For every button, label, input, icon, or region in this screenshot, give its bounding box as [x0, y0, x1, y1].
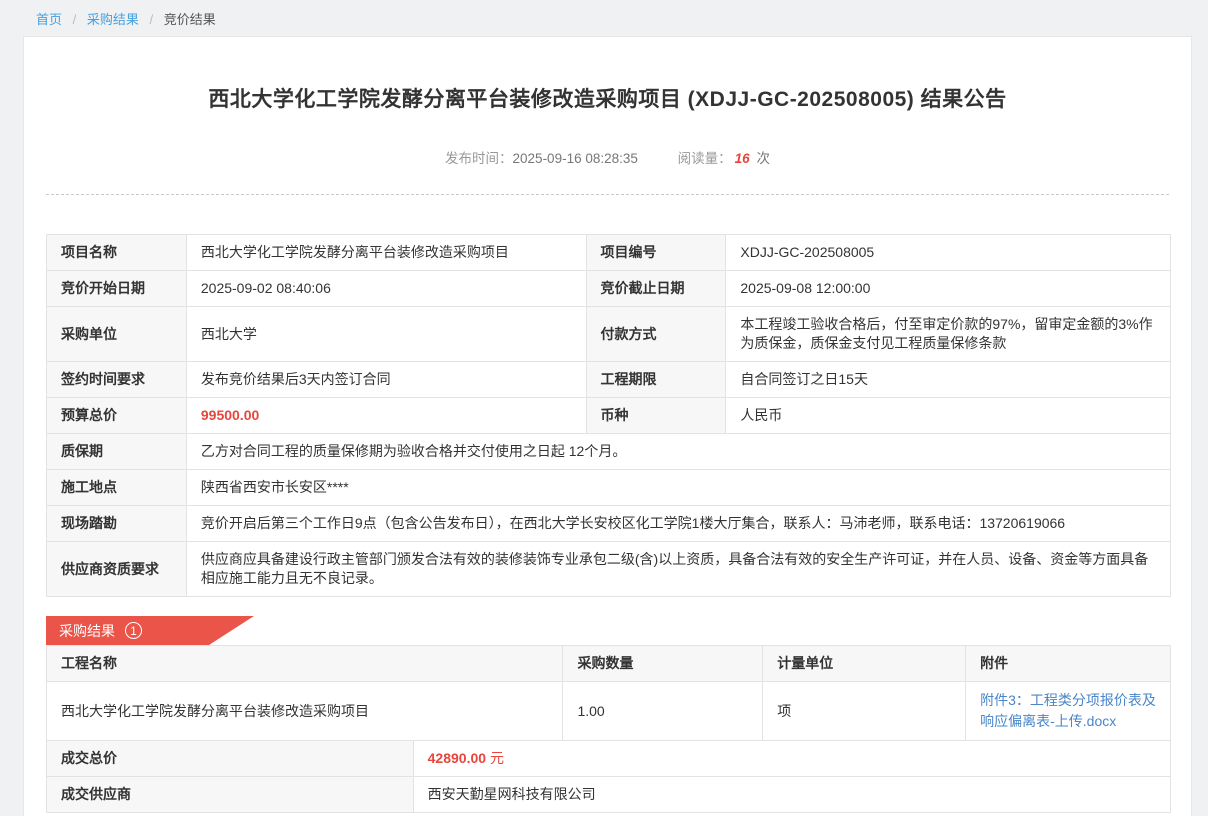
procurement-result-badge: 采购结果 1	[46, 616, 254, 645]
deal-total-amount: 42890.00	[428, 750, 486, 766]
attachment-link[interactable]: 附件3：工程类分项报价表及响应偏离表-上传.docx	[980, 690, 1156, 732]
detail-label: 竞价截止日期	[586, 271, 726, 307]
deal-total-label: 成交总价	[47, 741, 414, 777]
detail-value: 西北大学	[186, 307, 586, 362]
detail-label: 项目名称	[47, 235, 187, 271]
result-header-row: 工程名称 采购数量 计量单位 附件	[47, 646, 1171, 682]
result-unit: 项	[763, 682, 966, 741]
detail-label: 竞价开始日期	[47, 271, 187, 307]
detail-value: 供应商应具备建设行政主管部门颁发合法有效的装修装饰专业承包二级(含)以上资质，具…	[186, 542, 1170, 597]
procurement-result-badge-label: 采购结果	[59, 621, 115, 641]
detail-label: 供应商资质要求	[47, 542, 187, 597]
deal-supplier-label: 成交供应商	[47, 777, 414, 813]
detail-value: XDJJ-GC-202508005	[726, 235, 1171, 271]
detail-label: 采购单位	[47, 307, 187, 362]
detail-label: 币种	[586, 398, 726, 434]
publish-time-value: 2025-09-16 08:28:35	[513, 151, 638, 166]
result-quantity: 1.00	[563, 682, 763, 741]
budget-total-value: 99500.00	[186, 398, 586, 434]
read-count: 阅读量：16 次	[678, 151, 770, 166]
table-row: 签约时间要求 发布竞价结果后3天内签订合同 工程期限 自合同签订之日15天	[47, 362, 1171, 398]
project-details-table: 项目名称 西北大学化工学院发酵分离平台装修改造采购项目 项目编号 XDJJ-GC…	[46, 234, 1171, 597]
detail-value: 2025-09-08 12:00:00	[726, 271, 1171, 307]
deal-total-value: 42890.00 元	[413, 741, 1170, 777]
column-header-attachment: 附件	[966, 646, 1171, 682]
detail-value: 陕西省西安市长安区****	[186, 470, 1170, 506]
table-row: 供应商资质要求 供应商应具备建设行政主管部门颁发合法有效的装修装饰专业承包二级(…	[47, 542, 1171, 597]
detail-value: 西北大学化工学院发酵分离平台装修改造采购项目	[186, 235, 586, 271]
read-count-unit: 次	[756, 151, 770, 166]
article-header: 西北大学化工学院发酵分离平台装修改造采购项目 (XDJJ-GC-20250800…	[46, 37, 1169, 195]
deal-supplier-row: 成交供应商 西安天勤星网科技有限公司	[47, 777, 1171, 813]
detail-label: 施工地点	[47, 470, 187, 506]
publish-time: 发布时间：2025-09-16 08:28:35	[445, 151, 638, 166]
breadcrumb-separator: /	[73, 12, 77, 27]
deal-supplier-value: 西安天勤星网科技有限公司	[413, 777, 1170, 813]
detail-value: 乙方对合同工程的质量保修期为验收合格并交付使用之日起 12个月。	[186, 434, 1170, 470]
column-header-quantity: 采购数量	[563, 646, 763, 682]
detail-label: 现场踏勘	[47, 506, 187, 542]
column-header-unit: 计量单位	[763, 646, 966, 682]
detail-label: 项目编号	[586, 235, 726, 271]
result-project-name: 西北大学化工学院发酵分离平台装修改造采购项目	[47, 682, 563, 741]
detail-label: 工程期限	[586, 362, 726, 398]
deal-total-row: 成交总价 42890.00 元	[47, 741, 1171, 777]
breadcrumb-procurement-results-link[interactable]: 采购结果	[87, 12, 139, 27]
table-row: 质保期 乙方对合同工程的质量保修期为验收合格并交付使用之日起 12个月。	[47, 434, 1171, 470]
detail-label: 付款方式	[586, 307, 726, 362]
result-count-badge: 1	[125, 622, 142, 639]
detail-value: 本工程竣工验收合格后，付至审定价款的97%，留审定金额的3%作为质保金，质保金支…	[726, 307, 1171, 362]
breadcrumb-current-bidding-results: 竞价结果	[164, 12, 216, 27]
detail-label: 质保期	[47, 434, 187, 470]
table-row: 项目名称 西北大学化工学院发酵分离平台装修改造采购项目 项目编号 XDJJ-GC…	[47, 235, 1171, 271]
table-row: 竞价开始日期 2025-09-02 08:40:06 竞价截止日期 2025-0…	[47, 271, 1171, 307]
procurement-result-table: 工程名称 采购数量 计量单位 附件 西北大学化工学院发酵分离平台装修改造采购项目…	[46, 645, 1171, 813]
read-count-value: 16	[735, 151, 750, 166]
detail-label: 预算总价	[47, 398, 187, 434]
breadcrumb: 首页 / 采购结果 / 竞价结果	[0, 0, 1208, 36]
content-card: 西北大学化工学院发酵分离平台装修改造采购项目 (XDJJ-GC-20250800…	[23, 36, 1192, 816]
table-row: 现场踏勘 竞价开启后第三个工作日9点（包含公告发布日），在西北大学长安校区化工学…	[47, 506, 1171, 542]
detail-value: 竞价开启后第三个工作日9点（包含公告发布日），在西北大学长安校区化工学院1楼大厅…	[186, 506, 1170, 542]
table-row: 采购单位 西北大学 付款方式 本工程竣工验收合格后，付至审定价款的97%，留审定…	[47, 307, 1171, 362]
table-row: 预算总价 99500.00 币种 人民币	[47, 398, 1171, 434]
breadcrumb-separator: /	[150, 12, 154, 27]
article-meta: 发布时间：2025-09-16 08:28:35 阅读量：16 次	[46, 147, 1169, 167]
breadcrumb-home-link[interactable]: 首页	[36, 12, 62, 27]
column-header-project-name: 工程名称	[47, 646, 563, 682]
result-data-row: 西北大学化工学院发酵分离平台装修改造采购项目 1.00 项 附件3：工程类分项报…	[47, 682, 1171, 741]
detail-value: 2025-09-02 08:40:06	[186, 271, 586, 307]
detail-value: 人民币	[726, 398, 1171, 434]
detail-value: 发布竞价结果后3天内签订合同	[186, 362, 586, 398]
detail-label: 签约时间要求	[47, 362, 187, 398]
detail-value: 自合同签订之日15天	[726, 362, 1171, 398]
read-count-label: 阅读量：	[678, 151, 732, 166]
table-row: 施工地点 陕西省西安市长安区****	[47, 470, 1171, 506]
page-title: 西北大学化工学院发酵分离平台装修改造采购项目 (XDJJ-GC-20250800…	[46, 83, 1169, 113]
deal-total-unit: 元	[490, 750, 504, 766]
publish-time-label: 发布时间：	[445, 151, 513, 166]
